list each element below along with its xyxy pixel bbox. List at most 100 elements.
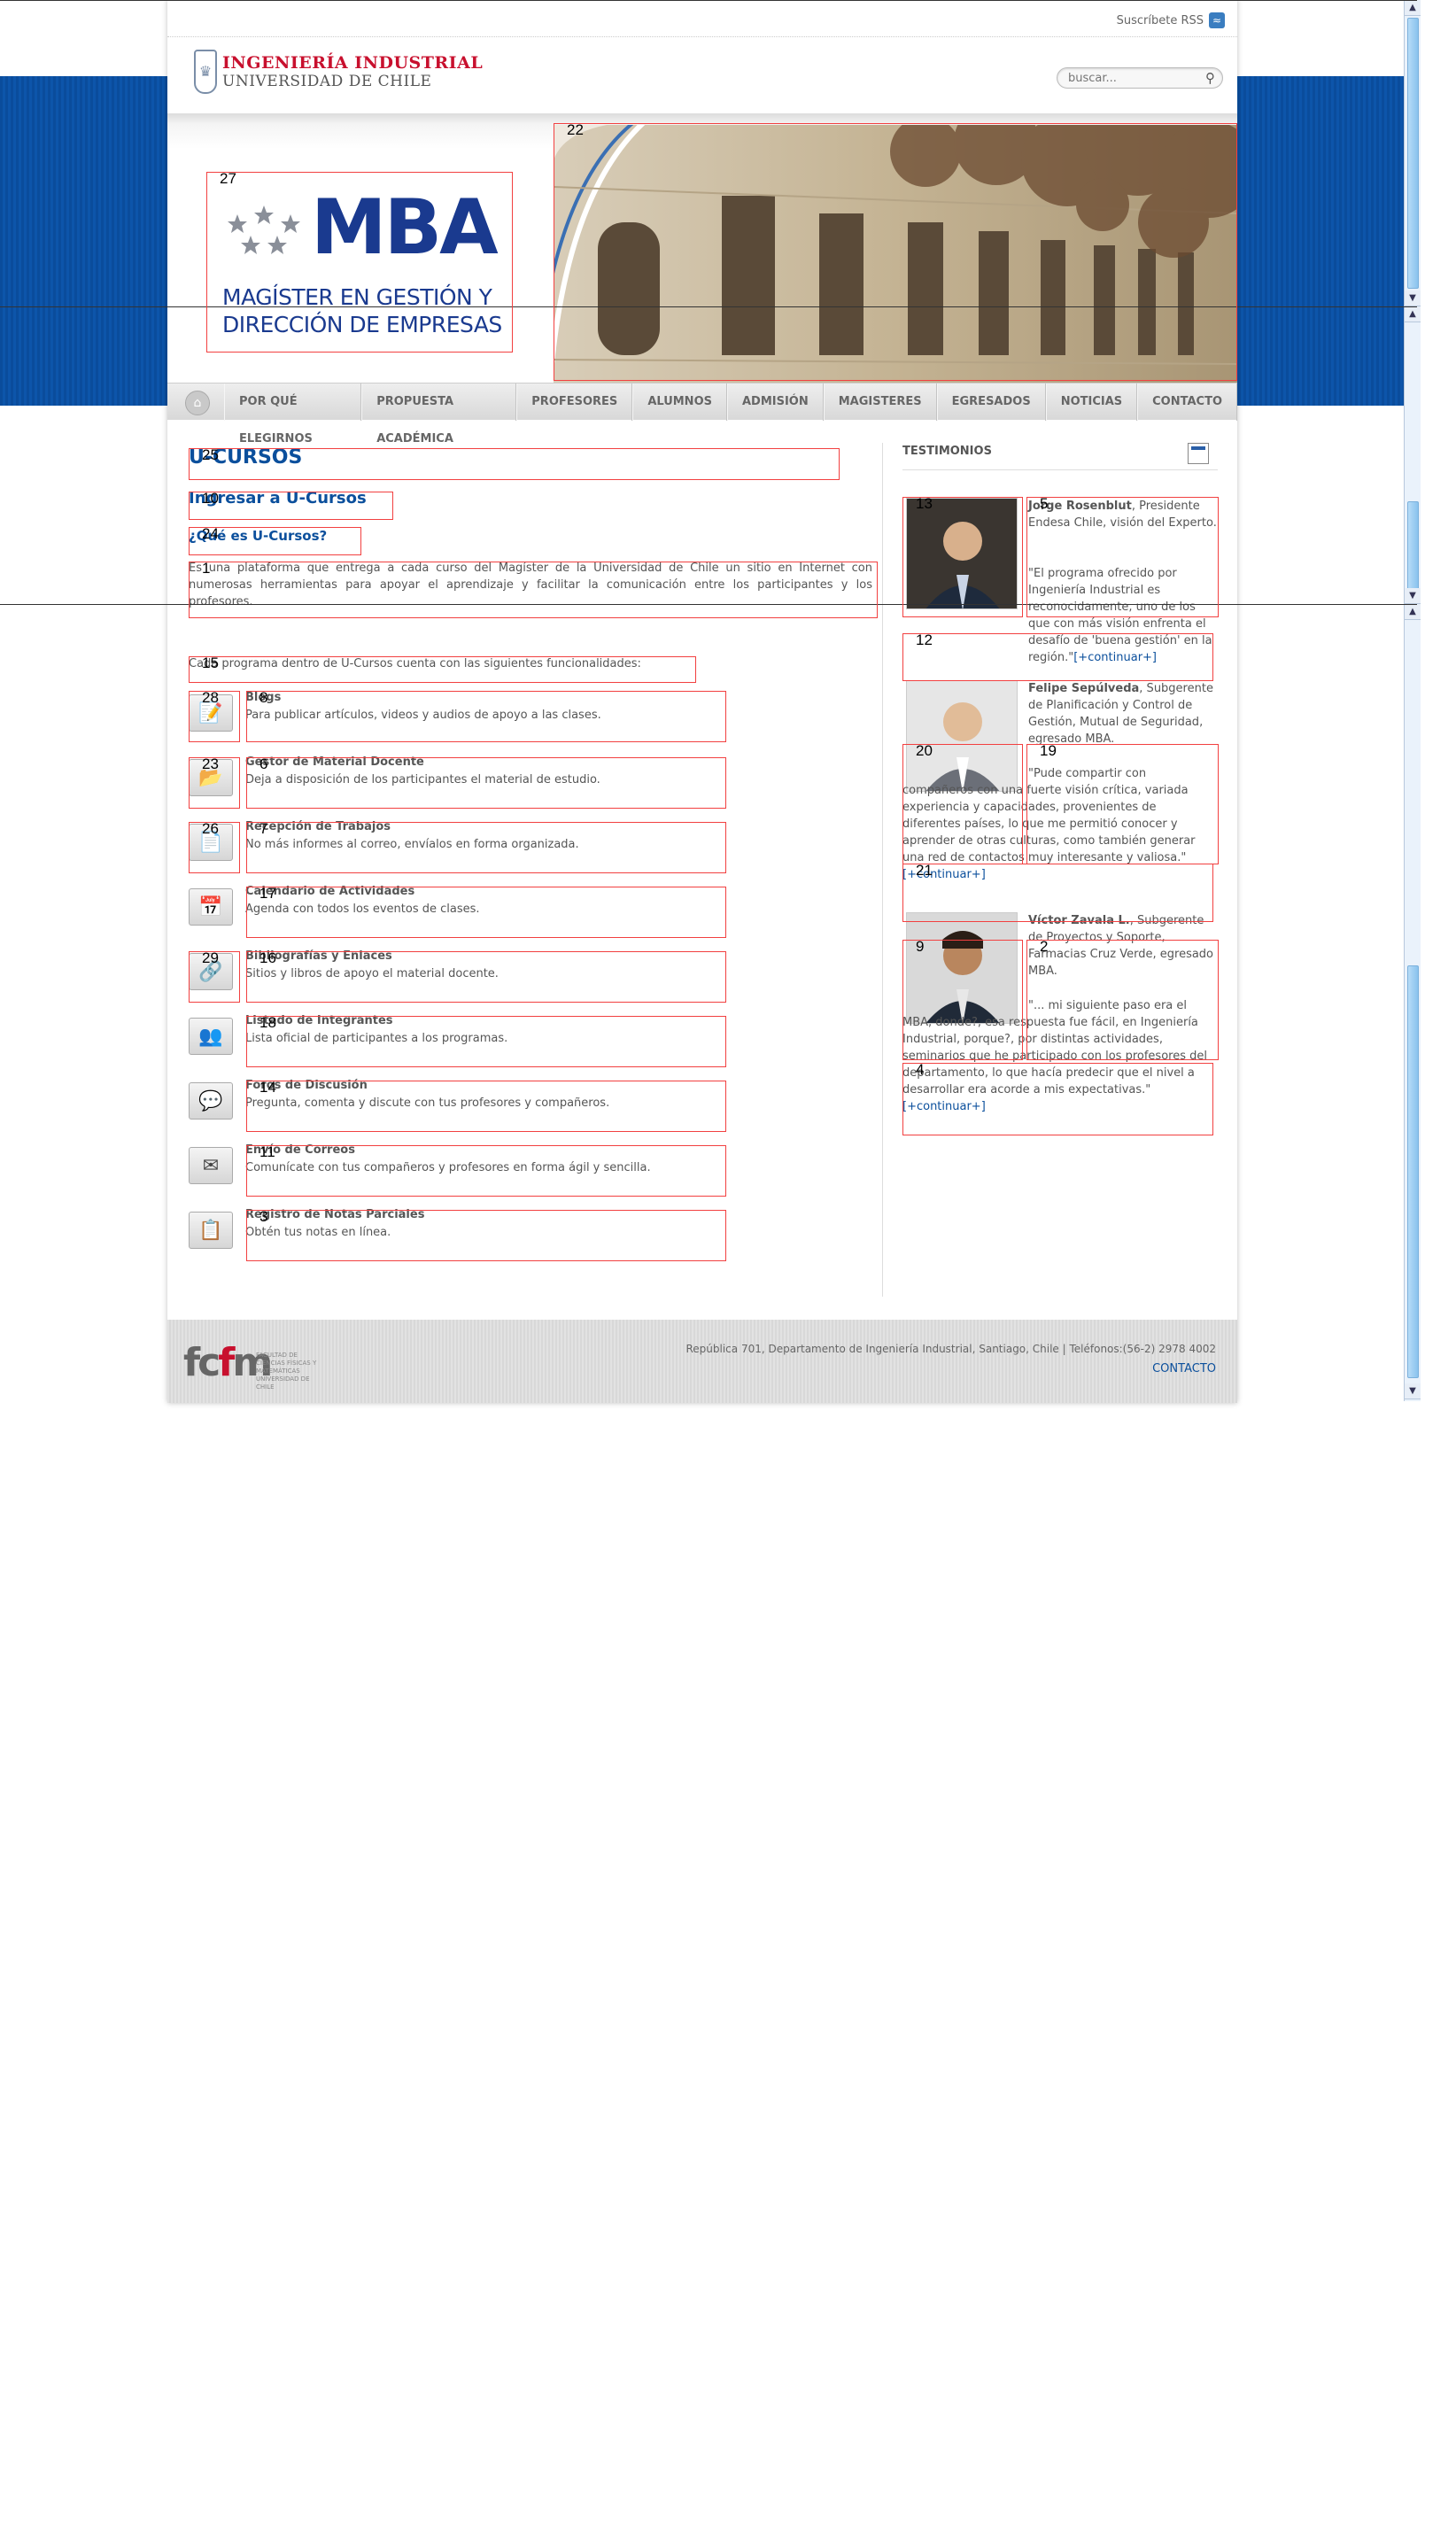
rss-icon[interactable]: ≈	[1209, 12, 1225, 28]
search-icon[interactable]: ⚲	[1205, 70, 1215, 86]
rss-label: Suscríbete RSS	[1116, 13, 1204, 27]
feature-item: 👥 Listado de Integrantes Lista oficial d…	[189, 1014, 720, 1065]
pane-separator	[0, 604, 1417, 605]
nav-item-contacto[interactable]: CONTACTO	[1137, 384, 1237, 421]
mail-icon[interactable]: ✉	[189, 1147, 233, 1184]
university-logo[interactable]: ♛ INGENIERÍA INDUSTRIAL UNIVERSIDAD DE C…	[194, 50, 483, 94]
feature-desc: Obtén tus notas en línea.	[245, 1226, 391, 1239]
nav-item-profesores[interactable]: PROFESORES	[516, 384, 633, 421]
quote-text: "El programa ofrecido por Ingeniería Ind…	[1028, 567, 1212, 664]
feature-desc: Lista oficial de participantes a los pro…	[245, 1032, 508, 1045]
scroll-up-arrow[interactable]: ▲	[1405, 306, 1421, 322]
testimonial-header: Víctor Zavala L., Subgerente de Proyecto…	[1028, 912, 1218, 980]
quote-text: "Pude compartir con compañeros con una f…	[902, 767, 1196, 864]
feature-desc: Agenda con todos los eventos de clases.	[245, 903, 480, 916]
nav-item-noticias[interactable]: NOTICIAS	[1045, 384, 1138, 421]
continue-link[interactable]: [+continuar+]	[1073, 651, 1157, 664]
nav-item-alumnos[interactable]: ALUMNOS	[632, 384, 727, 421]
feature-title[interactable]: Gestor de Material Docente	[245, 755, 424, 769]
link-icon[interactable]: 🔗	[189, 953, 233, 990]
material-icon[interactable]: 📂	[189, 759, 233, 796]
blog-icon[interactable]: 📝	[189, 694, 233, 732]
nav-item-propuesta-academica[interactable]: PROPUESTA ACADÉMICA	[361, 384, 517, 446]
rss-link[interactable]: Suscríbete RSS ≈	[1117, 12, 1225, 28]
scroll-down-arrow[interactable]: ▼	[1405, 588, 1421, 604]
pane-separator	[0, 306, 1417, 307]
stars-icon	[228, 205, 300, 254]
calendar-widget-icon[interactable]	[1188, 443, 1209, 464]
nav-item-por-que-elegirnos[interactable]: POR QUÉ ELEGIRNOS	[224, 384, 362, 446]
feature-title[interactable]: Foros de Discusión	[245, 1079, 368, 1092]
continue-link[interactable]: [+continuar+]	[902, 1100, 986, 1113]
feature-desc: Sitios y libros de apoyo el material doc…	[245, 967, 499, 980]
feature-title[interactable]: Blogs	[245, 691, 281, 704]
feature-title[interactable]: Registro de Notas Parciales	[245, 1208, 424, 1221]
feature-item: ✉ Envío de Correos Comunícate con tus co…	[189, 1143, 720, 1195]
testimonial-name: Víctor Zavala L.	[1028, 914, 1130, 927]
scrollbar-2[interactable]: ▲ ▼	[1404, 306, 1421, 604]
section-heading: ¿Qué es U-Cursos?	[189, 528, 328, 544]
logo-line-2: UNIVERSIDAD DE CHILE	[222, 73, 432, 90]
feature-title[interactable]: Recepción de Trabajos	[245, 820, 391, 833]
ingresar-link[interactable]: Ingresar a U-Cursos	[189, 489, 367, 508]
browser-viewport: Suscríbete RSS ≈ ♛ INGENIERÍA INDUSTRIAL…	[0, 0, 1456, 2526]
quote-text: "... mi siguiente paso era el MBA, donde…	[902, 999, 1207, 1096]
page-container: Suscríbete RSS ≈ ♛ INGENIERÍA INDUSTRIAL…	[167, 0, 1237, 1403]
crest-icon: ♛	[194, 50, 217, 94]
feature-title[interactable]: Calendario de Actividades	[245, 885, 414, 898]
members-icon[interactable]: 👥	[189, 1018, 233, 1055]
scroll-down-arrow[interactable]: ▼	[1405, 1383, 1421, 1399]
footer: fcfm FACULTAD DE CIENCIAS FÍSICAS Y MATE…	[167, 1320, 1237, 1403]
feature-item: 📝 Blogs Para publicar artículos, videos …	[189, 691, 720, 742]
feature-item: 📅 Calendario de Actividades Agenda con t…	[189, 885, 720, 936]
scrollbar-1[interactable]: ▲ ▼	[1404, 0, 1421, 306]
mba-subtitle: MAGÍSTER EN GESTIÓN Y DIRECCIÓN DE EMPRE…	[222, 283, 502, 338]
scroll-thumb[interactable]	[1407, 18, 1419, 289]
calendar-icon[interactable]: 📅	[189, 888, 233, 926]
grades-icon[interactable]: 📋	[189, 1212, 233, 1249]
column-divider	[882, 443, 883, 1297]
scroll-thumb[interactable]	[1407, 501, 1419, 590]
fcfm-letters: fc	[183, 1340, 221, 1385]
feature-title[interactable]: Envío de Correos	[245, 1143, 355, 1157]
testimonial-quote: "Pude compartir con compañeros con una f…	[902, 765, 1218, 883]
footer-address: República 701, Departamento de Ingenierí…	[685, 1343, 1216, 1355]
nav-item-admision[interactable]: ADMISIÓN	[726, 384, 824, 421]
scroll-up-arrow[interactable]: ▲	[1405, 0, 1421, 16]
feature-item: 📂 Gestor de Material Docente Deja a disp…	[189, 755, 720, 807]
feature-desc: No más informes al correo, envíalos en f…	[245, 838, 579, 851]
forum-icon[interactable]: 💬	[189, 1082, 233, 1120]
feature-desc: Comunícate con tus compañeros y profesor…	[245, 1161, 651, 1174]
nav-item-egresados[interactable]: EGRESADOS	[936, 384, 1046, 421]
sidebar-divider	[902, 469, 1218, 470]
sidebar-title: TESTIMONIOS	[902, 445, 992, 458]
testimonial-header: Jorge Rosenblut, Presidente Endesa Chile…	[1028, 498, 1218, 531]
home-icon[interactable]: ⌂	[185, 391, 210, 415]
feature-desc: Pregunta, comenta y discute con tus prof…	[245, 1096, 610, 1110]
assignment-icon[interactable]: 📄	[189, 824, 233, 861]
scroll-thumb[interactable]	[1407, 965, 1419, 1378]
continue-link[interactable]: [+continuar+]	[902, 868, 986, 881]
mba-logo: MBA MAGÍSTER EN GESTIÓN Y DIRECCIÓN DE E…	[206, 172, 513, 353]
building-image	[554, 125, 1237, 383]
page-title: U-CURSOS	[189, 446, 303, 469]
testimonial-header: Felipe Sepúlveda, Subgerente de Planific…	[1028, 680, 1218, 748]
footer-contact-link[interactable]: CONTACTO	[1152, 1362, 1216, 1375]
building-photo	[554, 125, 1237, 383]
nav-item-magisteres[interactable]: MAGISTERES	[823, 384, 937, 421]
scroll-down-arrow[interactable]: ▼	[1405, 291, 1421, 306]
top-bar: Suscríbete RSS ≈	[167, 0, 1237, 37]
pane-separator	[0, 0, 1417, 1]
logo-line-1: INGENIERÍA INDUSTRIAL	[222, 53, 484, 73]
scroll-up-arrow[interactable]: ▲	[1405, 604, 1421, 620]
feature-title[interactable]: Bibliografías y Enlaces	[245, 949, 392, 963]
intro-paragraph: Es una plataforma que entrega a cada cur…	[189, 562, 872, 608]
search-input[interactable]	[1057, 68, 1190, 89]
feature-desc: Deja a disposición de los participantes …	[245, 773, 600, 786]
scrollbar-3[interactable]: ▲ ▼	[1404, 604, 1421, 1401]
feature-title[interactable]: Listado de Integrantes	[245, 1014, 393, 1027]
main-navigation: ⌂ POR QUÉ ELEGIRNOS PROPUESTA ACADÉMICA …	[167, 383, 1237, 446]
feature-item: 💬 Foros de Discusión Pregunta, comenta y…	[189, 1079, 720, 1130]
feature-item: 📄 Recepción de Trabajos No más informes …	[189, 820, 720, 872]
testimonial-name: Felipe Sepúlveda	[1028, 682, 1140, 695]
